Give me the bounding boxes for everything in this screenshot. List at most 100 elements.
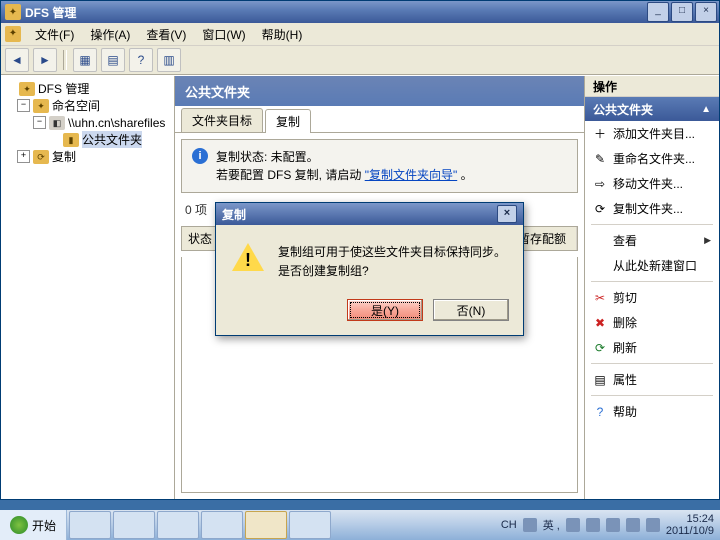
start-button[interactable]: 开始 [0, 510, 67, 540]
action-help[interactable]: ? 帮助 [585, 399, 719, 424]
tree-server[interactable]: −◧\\uhn.cn\sharefiles [3, 114, 172, 131]
actions-separator [591, 224, 713, 225]
toolbar-btn-4[interactable]: ▥ [157, 48, 181, 72]
menu-file[interactable]: 文件(F) [27, 24, 82, 45]
action-rename-label: 重命名文件夹... [613, 150, 695, 167]
action-move[interactable]: ⇨移动文件夹... [585, 171, 719, 196]
info-icon: i [192, 148, 208, 164]
collapse-icon: ▲ [701, 104, 711, 115]
tray-icon[interactable] [646, 518, 660, 532]
tree-server-label: \\uhn.cn\sharefiles [68, 116, 165, 130]
ime-indicator[interactable]: CH [501, 519, 517, 531]
minimize-button[interactable]: _ [647, 2, 669, 22]
refresh-icon: ⟳ [593, 341, 607, 355]
start-label: 开始 [32, 517, 56, 534]
taskbar-item[interactable] [157, 511, 199, 539]
replicate-icon: ⟳ [593, 202, 607, 216]
actions-subheader-label: 公共文件夹 [593, 101, 653, 118]
action-rename[interactable]: ✎ 重命名文件夹... [585, 146, 719, 171]
action-cut-label: 剪切 [613, 289, 637, 306]
properties-icon: ▤ [593, 373, 607, 387]
clock[interactable]: 15:24 2011/10/9 [666, 513, 714, 537]
forward-button[interactable]: ► [33, 48, 57, 72]
actions-separator [591, 281, 713, 282]
close-button[interactable]: × [695, 2, 717, 22]
maximize-button[interactable]: □ [671, 2, 693, 22]
action-refresh-label: 刷新 [613, 339, 637, 356]
help-button[interactable]: ? [129, 48, 153, 72]
tree-namespace[interactable]: −✦命名空间 [3, 97, 172, 114]
actions-subheader[interactable]: 公共文件夹 ▲ [585, 97, 719, 121]
tray-icon[interactable] [626, 518, 640, 532]
dialog-no-button[interactable]: 否(N) [433, 299, 509, 321]
tab-folder-targets[interactable]: 文件夹目标 [181, 108, 263, 132]
menu-action[interactable]: 操作(A) [82, 24, 138, 45]
info-prefix: 若要配置 DFS 复制, 请启动 [216, 168, 361, 182]
action-replicate[interactable]: ⟳复制文件夹... [585, 196, 719, 221]
dialog-title: 复制 [222, 206, 246, 223]
app-small-icon: ✦ [5, 26, 21, 42]
info-banner: i 复制状态: 未配置。 若要配置 DFS 复制, 请启动 "复制文件夹向导" … [181, 139, 578, 193]
taskbar-item-active[interactable] [245, 511, 287, 539]
action-new-window[interactable]: 从此处新建窗口 [585, 253, 719, 278]
tray-icon[interactable] [606, 518, 620, 532]
back-button[interactable]: ◄ [5, 48, 29, 72]
taskbar-item[interactable] [69, 511, 111, 539]
app-icon: ✦ [5, 4, 21, 20]
delete-icon: ✖ [593, 316, 607, 330]
toolbar-btn-1[interactable]: ▦ [73, 48, 97, 72]
dialog-line1: 复制组可用于使这些文件夹目标保持同步。 [278, 243, 506, 262]
toolbar-btn-2[interactable]: ▤ [101, 48, 125, 72]
action-delete[interactable]: ✖ 删除 [585, 310, 719, 335]
taskbar-item[interactable] [201, 511, 243, 539]
tree-root[interactable]: ✦DFS 管理 [3, 80, 172, 97]
info-status-text: 复制状态: 未配置。 [216, 148, 473, 166]
toolbar-separator [63, 50, 67, 70]
submenu-arrow-icon: ▶ [704, 235, 711, 246]
tab-bar: 文件夹目标 复制 [175, 106, 584, 133]
dialog-line2: 是否创建复制组? [278, 262, 506, 281]
action-cut[interactable]: ✂ 剪切 [585, 285, 719, 310]
taskbar: 开始 CH 英 , 15:24 2011/10/9 [0, 509, 720, 540]
action-refresh[interactable]: ⟳ 刷新 [585, 335, 719, 360]
cut-icon: ✂ [593, 291, 607, 305]
action-add-target[interactable]: ＋添加文件夹目... [585, 121, 719, 146]
replication-wizard-link[interactable]: "复制文件夹向导" [365, 168, 458, 182]
menu-window[interactable]: 窗口(W) [194, 24, 253, 45]
lang-indicator[interactable]: 英 , [543, 517, 560, 533]
tree-replication[interactable]: +⟳复制 [3, 148, 172, 165]
navigation-tree[interactable]: ✦DFS 管理 −✦命名空间 −◧\\uhn.cn\sharefiles ▮公共… [1, 76, 175, 499]
dialog-yes-button[interactable]: 是(Y) [347, 299, 423, 321]
actions-separator [591, 363, 713, 364]
tree-folder-label: 公共文件夹 [82, 131, 142, 148]
action-newwin-label: 从此处新建窗口 [613, 257, 697, 274]
tree-replication-label: 复制 [52, 148, 76, 165]
window-title: DFS 管理 [25, 4, 647, 21]
tab-replication[interactable]: 复制 [265, 109, 311, 133]
tree-folder-public[interactable]: ▮公共文件夹 [3, 131, 172, 148]
tray-icon[interactable] [566, 518, 580, 532]
action-delete-label: 删除 [613, 314, 637, 331]
info-suffix: 。 [461, 168, 473, 182]
menu-help[interactable]: 帮助(H) [254, 24, 311, 45]
action-help-label: 帮助 [613, 403, 637, 420]
action-add-label: 添加文件夹目... [613, 125, 695, 142]
rename-icon: ✎ [593, 152, 607, 166]
warning-icon: ! [232, 243, 264, 271]
dialog-close-button[interactable]: × [497, 205, 517, 223]
action-view[interactable]: 查看▶ [585, 228, 719, 253]
tray-icon[interactable] [586, 518, 600, 532]
action-properties[interactable]: ▤ 属性 [585, 367, 719, 392]
action-move-label: 移动文件夹... [613, 175, 683, 192]
taskbar-item[interactable] [113, 511, 155, 539]
clock-time: 15:24 [666, 513, 714, 525]
tray-icon[interactable] [523, 518, 537, 532]
actions-separator [591, 395, 713, 396]
menu-view[interactable]: 查看(V) [138, 24, 194, 45]
action-properties-label: 属性 [613, 371, 637, 388]
start-orb-icon [10, 516, 28, 534]
menubar: ✦ 文件(F) 操作(A) 查看(V) 窗口(W) 帮助(H) [1, 23, 719, 46]
taskbar-item[interactable] [289, 511, 331, 539]
help-icon: ? [593, 405, 607, 419]
replication-dialog: 复制 × ! 复制组可用于使这些文件夹目标保持同步。 是否创建复制组? 是(Y)… [215, 202, 524, 336]
